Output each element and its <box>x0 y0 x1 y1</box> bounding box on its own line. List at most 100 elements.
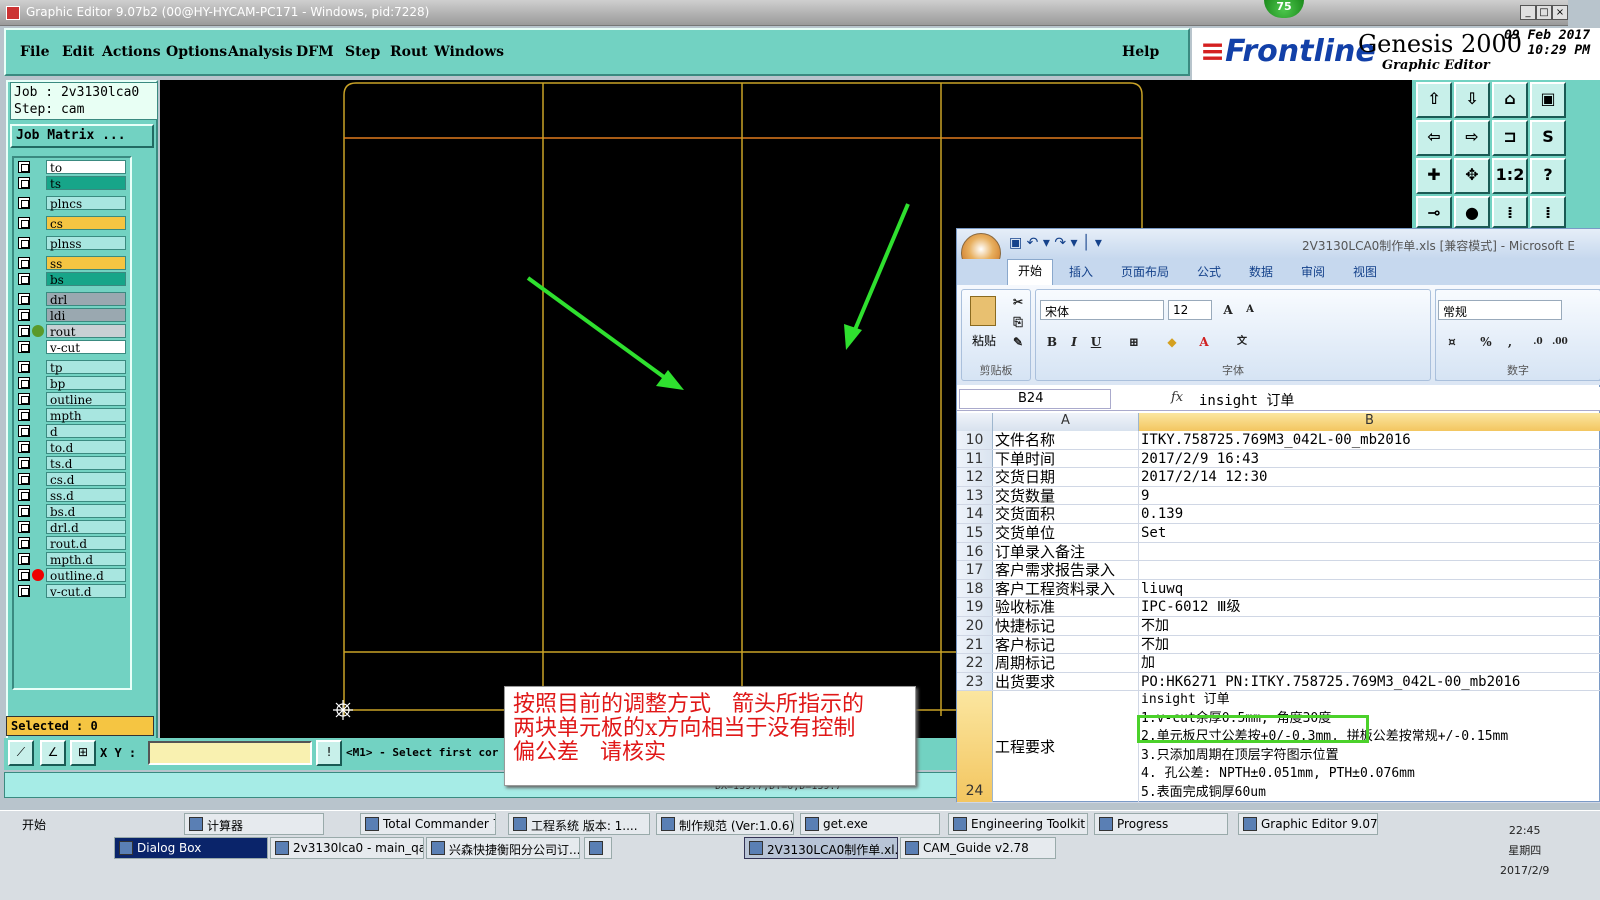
cell-b[interactable] <box>1139 543 1600 561</box>
layer-name[interactable]: drl <box>46 292 126 307</box>
zoom-home-icon[interactable]: ⇧ <box>1416 82 1452 118</box>
layer-row-plnss[interactable]: plnss <box>14 236 130 251</box>
menu-help[interactable]: Help <box>1122 44 1159 60</box>
layer-name[interactable]: mpth.d <box>46 552 126 567</box>
tab-home[interactable]: 开始 <box>1007 259 1054 285</box>
menu-dfm[interactable]: DFM <box>296 44 334 60</box>
layer-checkbox[interactable] <box>18 569 30 581</box>
layer-name[interactable]: to.d <box>46 440 126 455</box>
row-number[interactable]: 24 <box>957 691 993 803</box>
corner-select[interactable] <box>957 413 993 431</box>
sheet-row[interactable]: 20 快捷标记 不加 <box>957 617 1600 636</box>
menu-options[interactable]: Options <box>166 44 227 60</box>
layer-checkbox[interactable] <box>18 489 30 501</box>
font-color-icon[interactable]: A <box>1194 332 1214 352</box>
cell-a[interactable]: 验收标准 <box>993 598 1139 616</box>
angle-icon[interactable]: ∠ <box>40 740 66 766</box>
number-format-select[interactable]: 常规 <box>1438 300 1562 320</box>
layer-checkbox[interactable] <box>18 377 30 389</box>
sheet-row[interactable]: 15 交货单位 Set <box>957 524 1600 543</box>
layer-row-mpth-d[interactable]: mpth.d <box>14 552 130 567</box>
cell-a[interactable]: 交货数量 <box>993 486 1139 505</box>
sheet-row[interactable]: 10 文件名称 ITKY.758725.769M3_042L-00_mb2016 <box>957 431 1600 450</box>
layer-name[interactable]: outline <box>46 392 126 407</box>
layer-name[interactable]: v-cut.d <box>46 584 126 599</box>
layer-row-drl[interactable]: drl <box>14 292 130 307</box>
menu-analysis[interactable]: Analysis <box>228 44 293 60</box>
info-icon[interactable]: ! <box>316 740 342 766</box>
cell-b[interactable]: liuwq <box>1139 580 1600 598</box>
layer-row-ts-d[interactable]: ts.d <box>14 456 130 471</box>
layer-checkbox[interactable] <box>18 273 30 285</box>
paste-label[interactable]: 粘贴 <box>972 332 996 349</box>
layer-name[interactable]: ldi <box>46 308 126 323</box>
taskbar-task[interactable]: 制作规范 (Ver:1.0.6) <box>656 813 794 835</box>
layer-checkbox[interactable] <box>18 537 30 549</box>
column-header-a[interactable]: A <box>993 413 1139 431</box>
layer-checkbox[interactable] <box>18 361 30 373</box>
grow-font-icon[interactable]: A <box>1218 300 1238 320</box>
layer-checkbox[interactable] <box>18 473 30 485</box>
layer-checkbox[interactable] <box>18 293 30 305</box>
layer-name[interactable]: bs <box>46 272 126 287</box>
cell-b[interactable] <box>1139 561 1600 579</box>
taskbar-task[interactable]: Engineering Toolkit 9.... <box>948 813 1088 835</box>
layer-name[interactable]: bp <box>46 376 126 391</box>
layer-checkbox[interactable] <box>18 441 30 453</box>
layer-name[interactable]: mpth <box>46 408 126 423</box>
phonetic-icon[interactable]: 文 <box>1232 332 1252 352</box>
taskbar-task[interactable]: 兴森快捷衡阳分公司订... <box>426 837 580 859</box>
layer-row-plncs[interactable]: plncs <box>14 196 130 211</box>
job-matrix-button[interactable]: Job Matrix ... <box>10 124 154 148</box>
menu-step[interactable]: Step <box>345 44 380 60</box>
underline-button[interactable]: U <box>1086 332 1106 352</box>
layer-row-rout[interactable]: rout <box>14 324 130 339</box>
taskbar-task[interactable]: Dialog Box <box>114 837 268 859</box>
taskbar-task[interactable]: get.exe <box>800 813 940 835</box>
sheet-row[interactable]: 11 下单时间 2017/2/9 16:43 <box>957 449 1600 469</box>
pan-down-icon[interactable]: ⇩ <box>1454 82 1490 118</box>
cut-icon[interactable]: ✂ <box>1008 292 1028 312</box>
layer-row-mpth[interactable]: mpth <box>14 408 130 423</box>
layer-name[interactable]: plncs <box>46 196 126 211</box>
cell-b[interactable]: IPC-6012 Ⅲ级 <box>1139 598 1600 616</box>
cell-b[interactable]: 不加 <box>1139 617 1600 635</box>
scale-1-2-icon[interactable]: 1:2 <box>1492 158 1528 194</box>
layer-row-bp[interactable]: bp <box>14 376 130 391</box>
layer-name[interactable]: d <box>46 424 126 439</box>
layer-checkbox[interactable] <box>18 505 30 517</box>
layer-row-tp[interactable]: tp <box>14 360 130 375</box>
sheet-row[interactable]: 23 出货要求 PO:HK6271 PN:ITKY.758725.769M3_042… <box>957 672 1600 692</box>
bold-button[interactable]: B <box>1042 332 1062 352</box>
layer-checkbox[interactable] <box>18 325 30 337</box>
increase-decimal-icon[interactable]: .0 <box>1528 332 1548 352</box>
layer-checkbox[interactable] <box>18 257 30 269</box>
layer-name[interactable]: ts.d <box>46 456 126 471</box>
cell-a[interactable]: 文件名称 <box>993 431 1139 449</box>
layer-row-bs-d[interactable]: bs.d <box>14 504 130 519</box>
taskbar-task[interactable]: 工程系统 版本: 1.... <box>508 813 650 835</box>
cell-b[interactable]: ITKY.758725.769M3_042L-00_mb2016 <box>1139 431 1600 449</box>
close-button[interactable]: × <box>1552 5 1568 20</box>
zoom-in-icon[interactable]: ✚ <box>1416 158 1452 194</box>
cell-a[interactable]: 客户工程资料录入 <box>993 579 1139 598</box>
layer-checkbox[interactable] <box>18 197 30 209</box>
font-size-select[interactable]: 12 <box>1168 300 1212 320</box>
zoom-out-icon[interactable]: ✥ <box>1454 158 1490 194</box>
shrink-font-icon[interactable]: A <box>1240 300 1260 320</box>
cell-a[interactable]: 工程要求 <box>993 691 1139 803</box>
sheet-row[interactable]: 12 交货日期 2017/2/14 12:30 <box>957 468 1600 487</box>
sheet-row[interactable]: 13 交货数量 9 <box>957 486 1600 506</box>
copy-icon[interactable]: ⎘ <box>1008 312 1028 332</box>
layer-row-ts[interactable]: ts <box>14 176 130 191</box>
italic-button[interactable]: I <box>1064 332 1084 352</box>
layer-row-d[interactable]: d <box>14 424 130 439</box>
formula-input[interactable]: insight 订单 <box>1199 390 1294 410</box>
cell-b[interactable]: 2017/2/14 12:30 <box>1139 468 1600 486</box>
cell-b[interactable]: 2017/2/9 16:43 <box>1139 450 1600 468</box>
layer-row-drl-d[interactable]: drl.d <box>14 520 130 535</box>
measure-icon[interactable]: ⊸ <box>1416 196 1452 228</box>
grid-snap-icon[interactable]: ⊞ <box>70 740 96 766</box>
sheet-row[interactable]: 16 订单录入备注 <box>957 542 1600 562</box>
cell-a[interactable]: 交货日期 <box>993 468 1139 486</box>
